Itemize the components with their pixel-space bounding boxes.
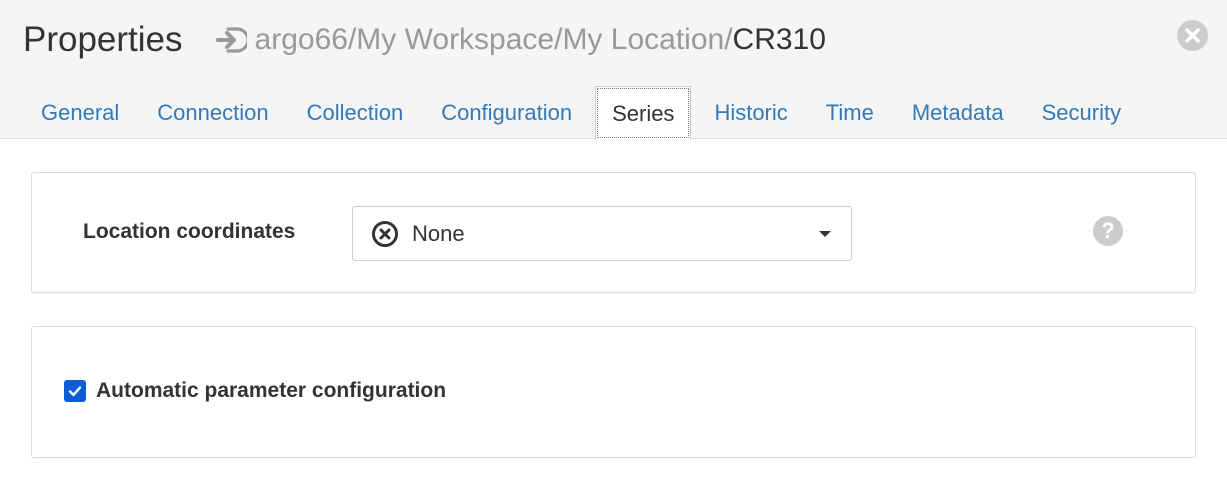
breadcrumb-path: argo66/My Workspace/My Location/ [254,23,733,56]
tab-historic[interactable]: Historic [695,86,806,139]
tab-bar: General Connection Collection Configurat… [22,85,1140,140]
tab-time[interactable]: Time [807,86,893,139]
question-circle-icon[interactable]: ? [1093,216,1123,246]
auto-config-panel: Automatic parameter configuration [31,326,1196,458]
location-coordinates-label: Location coordinates [83,220,296,243]
check-icon [68,386,82,397]
tab-general[interactable]: General [22,86,138,139]
auto-config-label[interactable]: Automatic parameter configuration [96,379,446,403]
properties-header: Properties argo66/My Workspace/My Locati… [0,0,1227,140]
close-icon [1185,28,1200,43]
auto-config-row: Automatic parameter configuration [64,379,446,403]
location-panel: Location coordinates None ? [31,172,1196,293]
location-select-value: None [412,220,465,246]
location-coordinates-select[interactable]: None [352,206,852,261]
arrow-right-icon [215,24,247,56]
breadcrumb: argo66/My Workspace/My Location/CR310 [255,23,826,57]
tab-security[interactable]: Security [1023,86,1140,139]
tab-series[interactable]: Series [595,86,692,140]
tab-metadata[interactable]: Metadata [893,86,1023,139]
auto-config-checkbox[interactable] [64,380,86,402]
page-title: Properties [23,20,183,59]
title-row: Properties argo66/My Workspace/My Locati… [23,18,826,62]
tab-configuration[interactable]: Configuration [422,86,591,139]
close-button[interactable] [1177,20,1208,51]
chevron-down-icon [819,231,831,237]
circle-x-icon [371,220,399,248]
tab-connection[interactable]: Connection [138,86,287,139]
tab-collection[interactable]: Collection [288,86,423,139]
breadcrumb-current: CR310 [732,23,826,56]
